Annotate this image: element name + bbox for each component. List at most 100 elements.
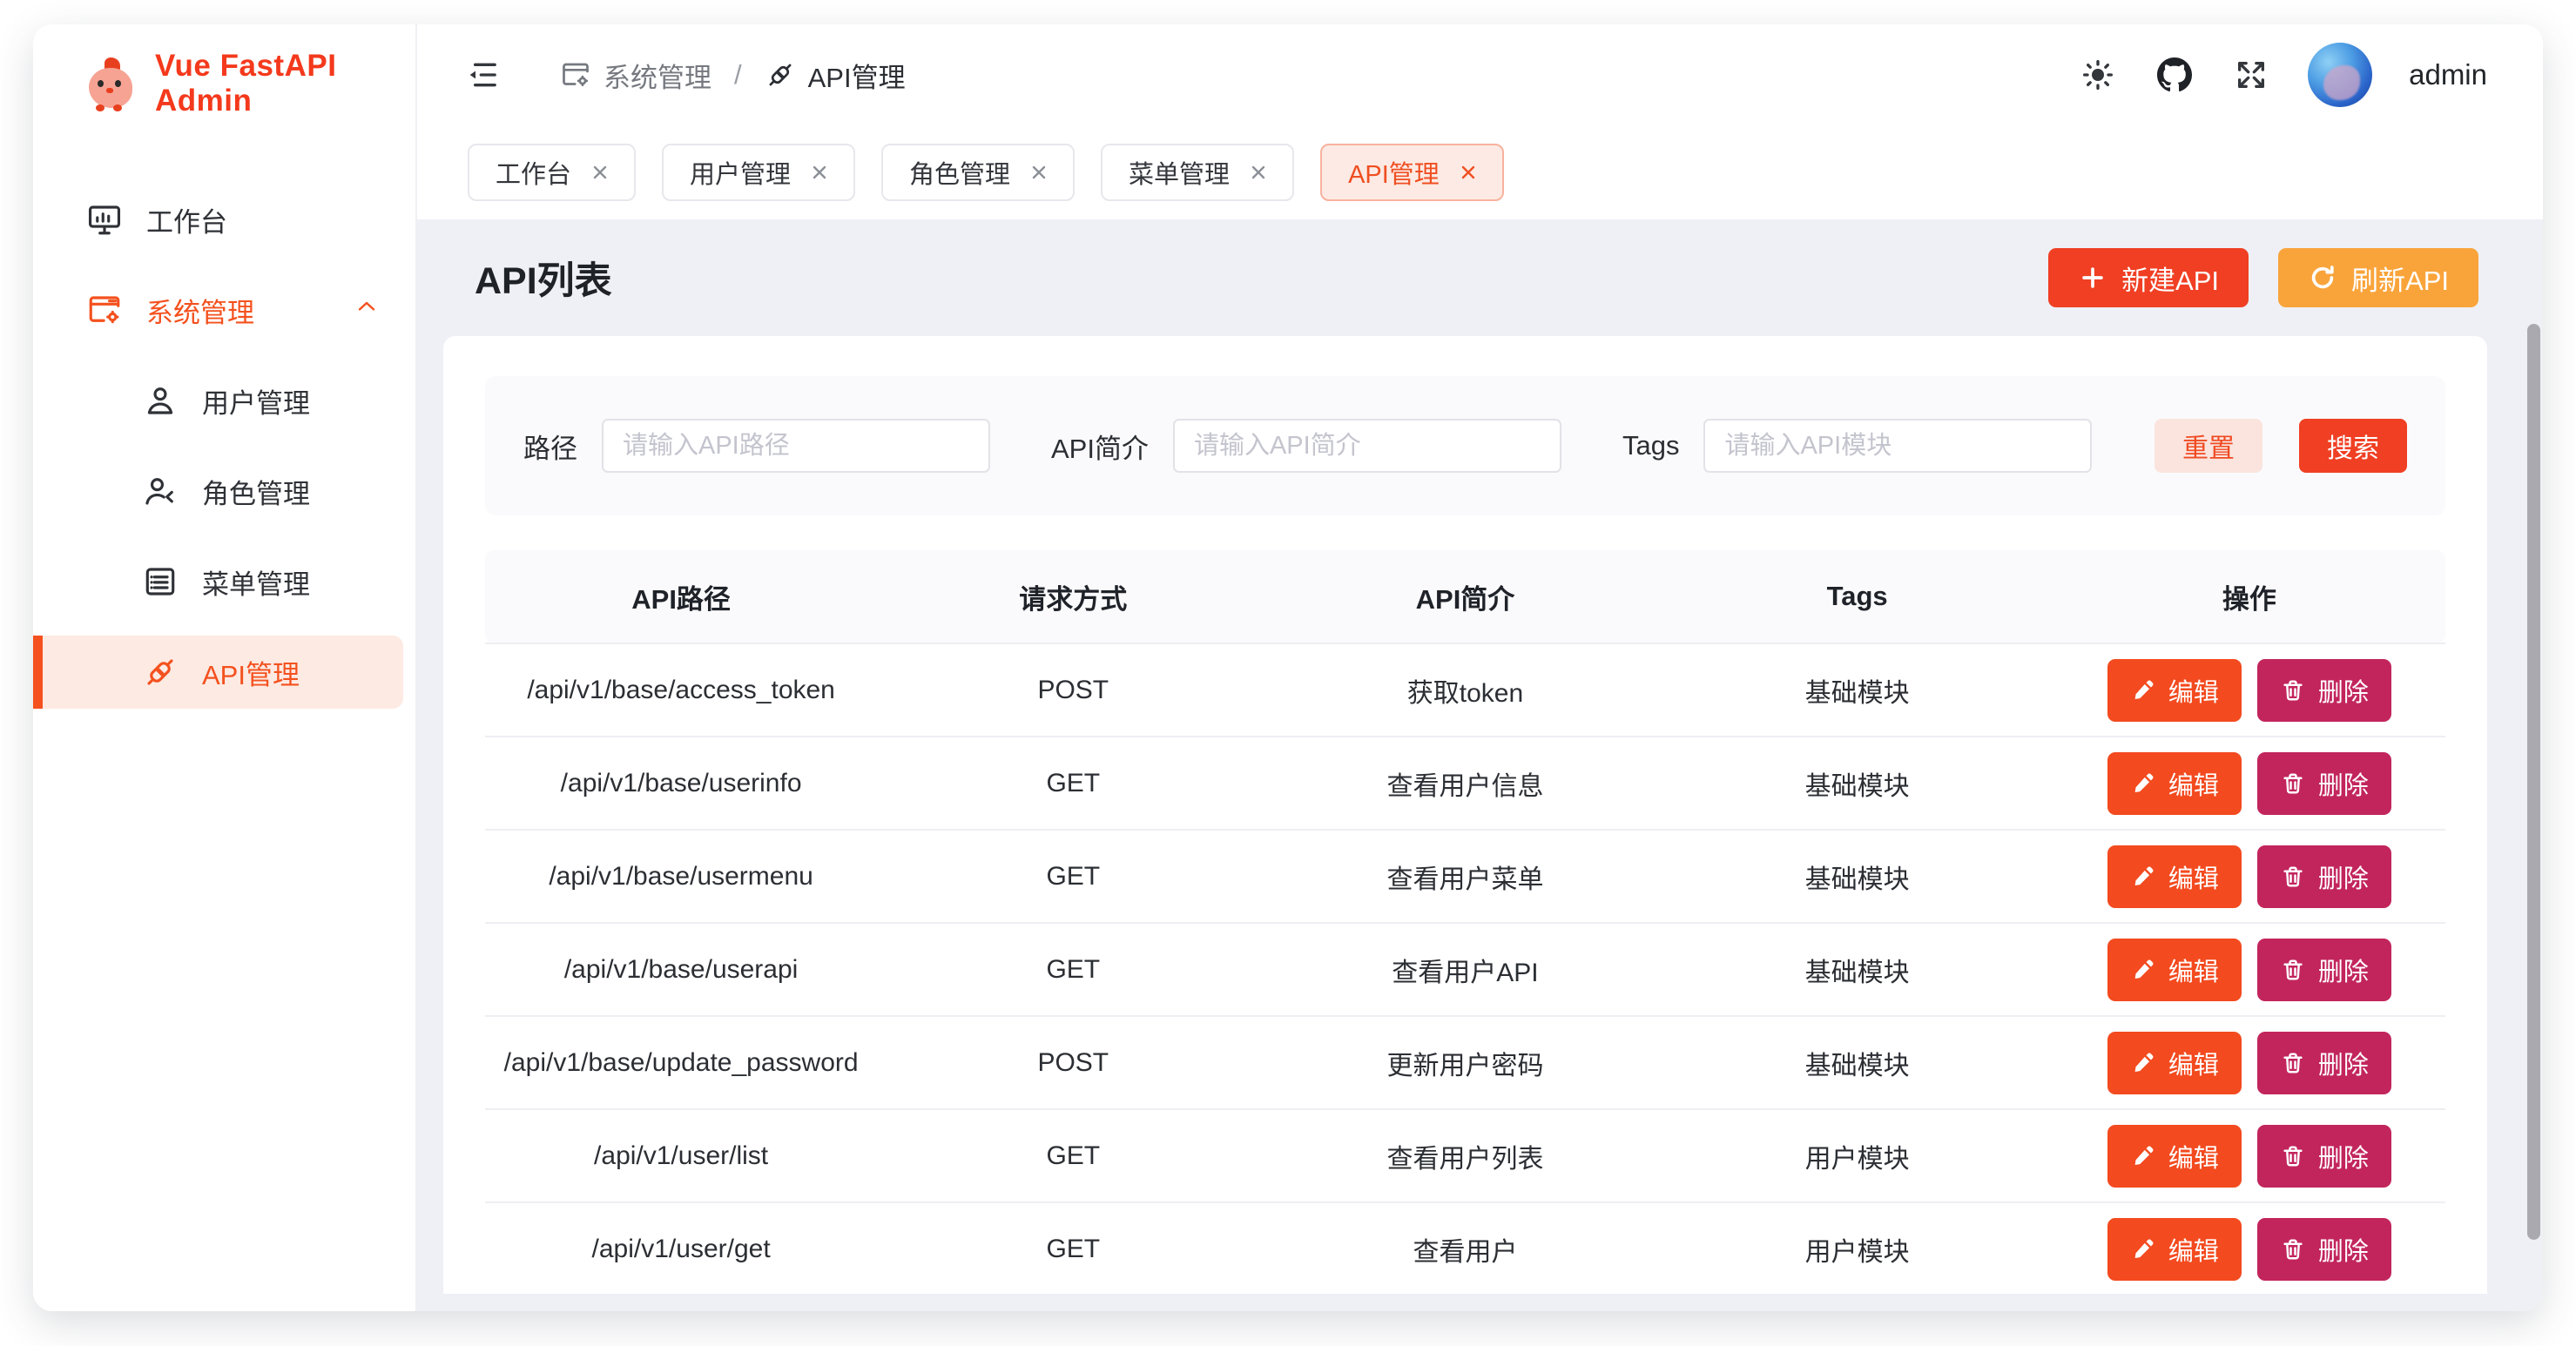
breadcrumb-separator: / [734,59,742,91]
method-cell: GET [877,923,1269,1016]
path-filter-input[interactable] [602,419,990,473]
tags-cell: 基础模块 [1662,643,2053,737]
summary-cell: 获取token [1269,643,1661,737]
menu-icon [141,562,179,601]
sidebar-item-label: 角色管理 [202,472,310,511]
tab-close-icon[interactable] [1247,161,1270,184]
tab-close-icon[interactable] [1028,161,1050,184]
summary-cell: 查看用户 [1269,1202,1661,1296]
api-path-cell: /api/v1/user/list [485,1109,877,1202]
actions-cell: 编辑删除 [2053,643,2445,737]
actions-cell: 编辑删除 [2053,737,2445,830]
path-filter-label: 路径 [523,427,577,466]
table-row: /api/v1/base/update_passwordPOST更新用户密码基础… [485,1016,2445,1109]
edit-button[interactable]: 编辑 [2107,845,2242,908]
app-logo: Vue FastAPI Admin [33,24,415,143]
page-title: API列表 [475,251,612,305]
delete-button[interactable]: 删除 [2257,1125,2391,1188]
theme-toggle-sun-icon[interactable] [2078,55,2118,95]
method-cell: GET [877,737,1269,830]
delete-button[interactable]: 删除 [2257,845,2391,908]
edit-button[interactable]: 编辑 [2107,659,2242,722]
col-actions: 操作 [2053,550,2445,643]
role-icon [141,472,179,510]
delete-button[interactable]: 删除 [2257,939,2391,1001]
col-method: 请求方式 [877,550,1269,643]
github-icon[interactable] [2155,55,2195,95]
breadcrumb-current[interactable]: API管理 [765,56,906,95]
table-row: /api/v1/base/userapiGET查看用户API基础模块编辑删除 [485,923,2445,1016]
col-tags: Tags [1662,550,2053,643]
summary-cell: 查看用户菜单 [1269,830,1661,923]
sidebar-item-menus[interactable]: 菜单管理 [33,545,415,618]
table-row: /api/v1/user/listGET查看用户列表用户模块编辑删除 [485,1109,2445,1202]
sidebar-item-workbench[interactable]: 工作台 [33,183,415,256]
search-button[interactable]: 搜索 [2299,419,2407,473]
table-row: /api/v1/base/userinfoGET查看用户信息基础模块编辑删除 [485,737,2445,830]
api-path-cell: /api/v1/user/get [485,1202,877,1296]
edit-button[interactable]: 编辑 [2107,752,2242,815]
tab-工作台[interactable]: 工作台 [468,144,636,201]
tab-用户管理[interactable]: 用户管理 [662,144,855,201]
app-window: Vue FastAPI Admin 工作台 系统管理 [33,24,2543,1311]
edit-button[interactable]: 编辑 [2107,1218,2242,1281]
sidebar-item-label: API管理 [202,653,300,692]
new-api-button[interactable]: 新建API [2048,248,2249,307]
collapse-sidebar-icon[interactable] [462,55,502,95]
tab-API管理[interactable]: API管理 [1320,144,1504,201]
delete-button[interactable]: 删除 [2257,659,2391,722]
tab-close-icon[interactable] [589,161,611,184]
tags-cell: 基础模块 [1662,1016,2053,1109]
col-summary: API简介 [1269,550,1661,643]
chevron-up-icon [353,293,381,327]
tags-cell: 用户模块 [1662,1202,2053,1296]
api-path-cell: /api/v1/base/userapi [485,923,877,1016]
user-avatar[interactable] [2308,43,2372,107]
tab-label: 工作台 [496,154,571,191]
edit-button[interactable]: 编辑 [2107,939,2242,1001]
actions-cell: 编辑删除 [2053,1202,2445,1296]
main-area: 系统管理 / API管理 admin [417,24,2543,1311]
method-cell: POST [877,643,1269,737]
username-label: admin [2409,58,2487,91]
breadcrumb-system[interactable]: 系统管理 [560,56,711,95]
tags-cell: 基础模块 [1662,737,2053,830]
api-path-cell: /api/v1/base/update_password [485,1016,877,1109]
header-right: admin [2078,43,2487,107]
actions-cell: 编辑删除 [2053,1016,2445,1109]
sidebar-item-api[interactable]: API管理 [33,636,403,709]
tags-filter-input[interactable] [1703,419,2092,473]
delete-button[interactable]: 删除 [2257,752,2391,815]
delete-button[interactable]: 删除 [2257,1218,2391,1281]
summary-cell: 查看用户信息 [1269,737,1661,830]
tab-角色管理[interactable]: 角色管理 [881,144,1075,201]
method-cell: GET [877,1109,1269,1202]
actions-cell: 编辑删除 [2053,923,2445,1016]
edit-button[interactable]: 编辑 [2107,1032,2242,1094]
table-header-row: API路径 请求方式 API简介 Tags 操作 [485,550,2445,643]
api-table: API路径 请求方式 API简介 Tags 操作 /api/v1/base/ac… [485,550,2445,1296]
fullscreen-icon[interactable] [2231,55,2271,95]
actions-cell: 编辑删除 [2053,1109,2445,1202]
refresh-icon [2308,263,2337,293]
filter-bar: 路径 API简介 Tags 重置 搜索 [485,376,2445,515]
api-path-cell: /api/v1/base/usermenu [485,830,877,923]
delete-button[interactable]: 删除 [2257,1032,2391,1094]
tab-bar: 工作台 用户管理角色管理菜单管理 API管理 [417,125,2543,219]
api-path-cell: /api/v1/base/access_token [485,643,877,737]
reset-button[interactable]: 重置 [2155,419,2262,473]
tab-close-icon[interactable] [808,161,831,184]
edit-button[interactable]: 编辑 [2107,1125,2242,1188]
summary-filter-input[interactable] [1173,419,1561,473]
refresh-api-button[interactable]: 刷新API [2278,248,2478,307]
method-cell: GET [877,1202,1269,1296]
sidebar-item-users[interactable]: 用户管理 [33,364,415,437]
actions-cell: 编辑删除 [2053,830,2445,923]
tab-菜单管理[interactable]: 菜单管理 [1101,144,1294,201]
vertical-scrollbar[interactable] [2527,324,2540,1240]
sidebar-item-system[interactable]: 系统管理 [33,273,415,347]
api-list-card: 路径 API简介 Tags 重置 搜索 API路径 [443,336,2487,1294]
content-area: API列表 新建API 刷新API 路径 A [417,219,2543,1311]
sidebar-item-roles[interactable]: 角色管理 [33,454,415,528]
tab-close-icon[interactable] [1457,161,1480,184]
